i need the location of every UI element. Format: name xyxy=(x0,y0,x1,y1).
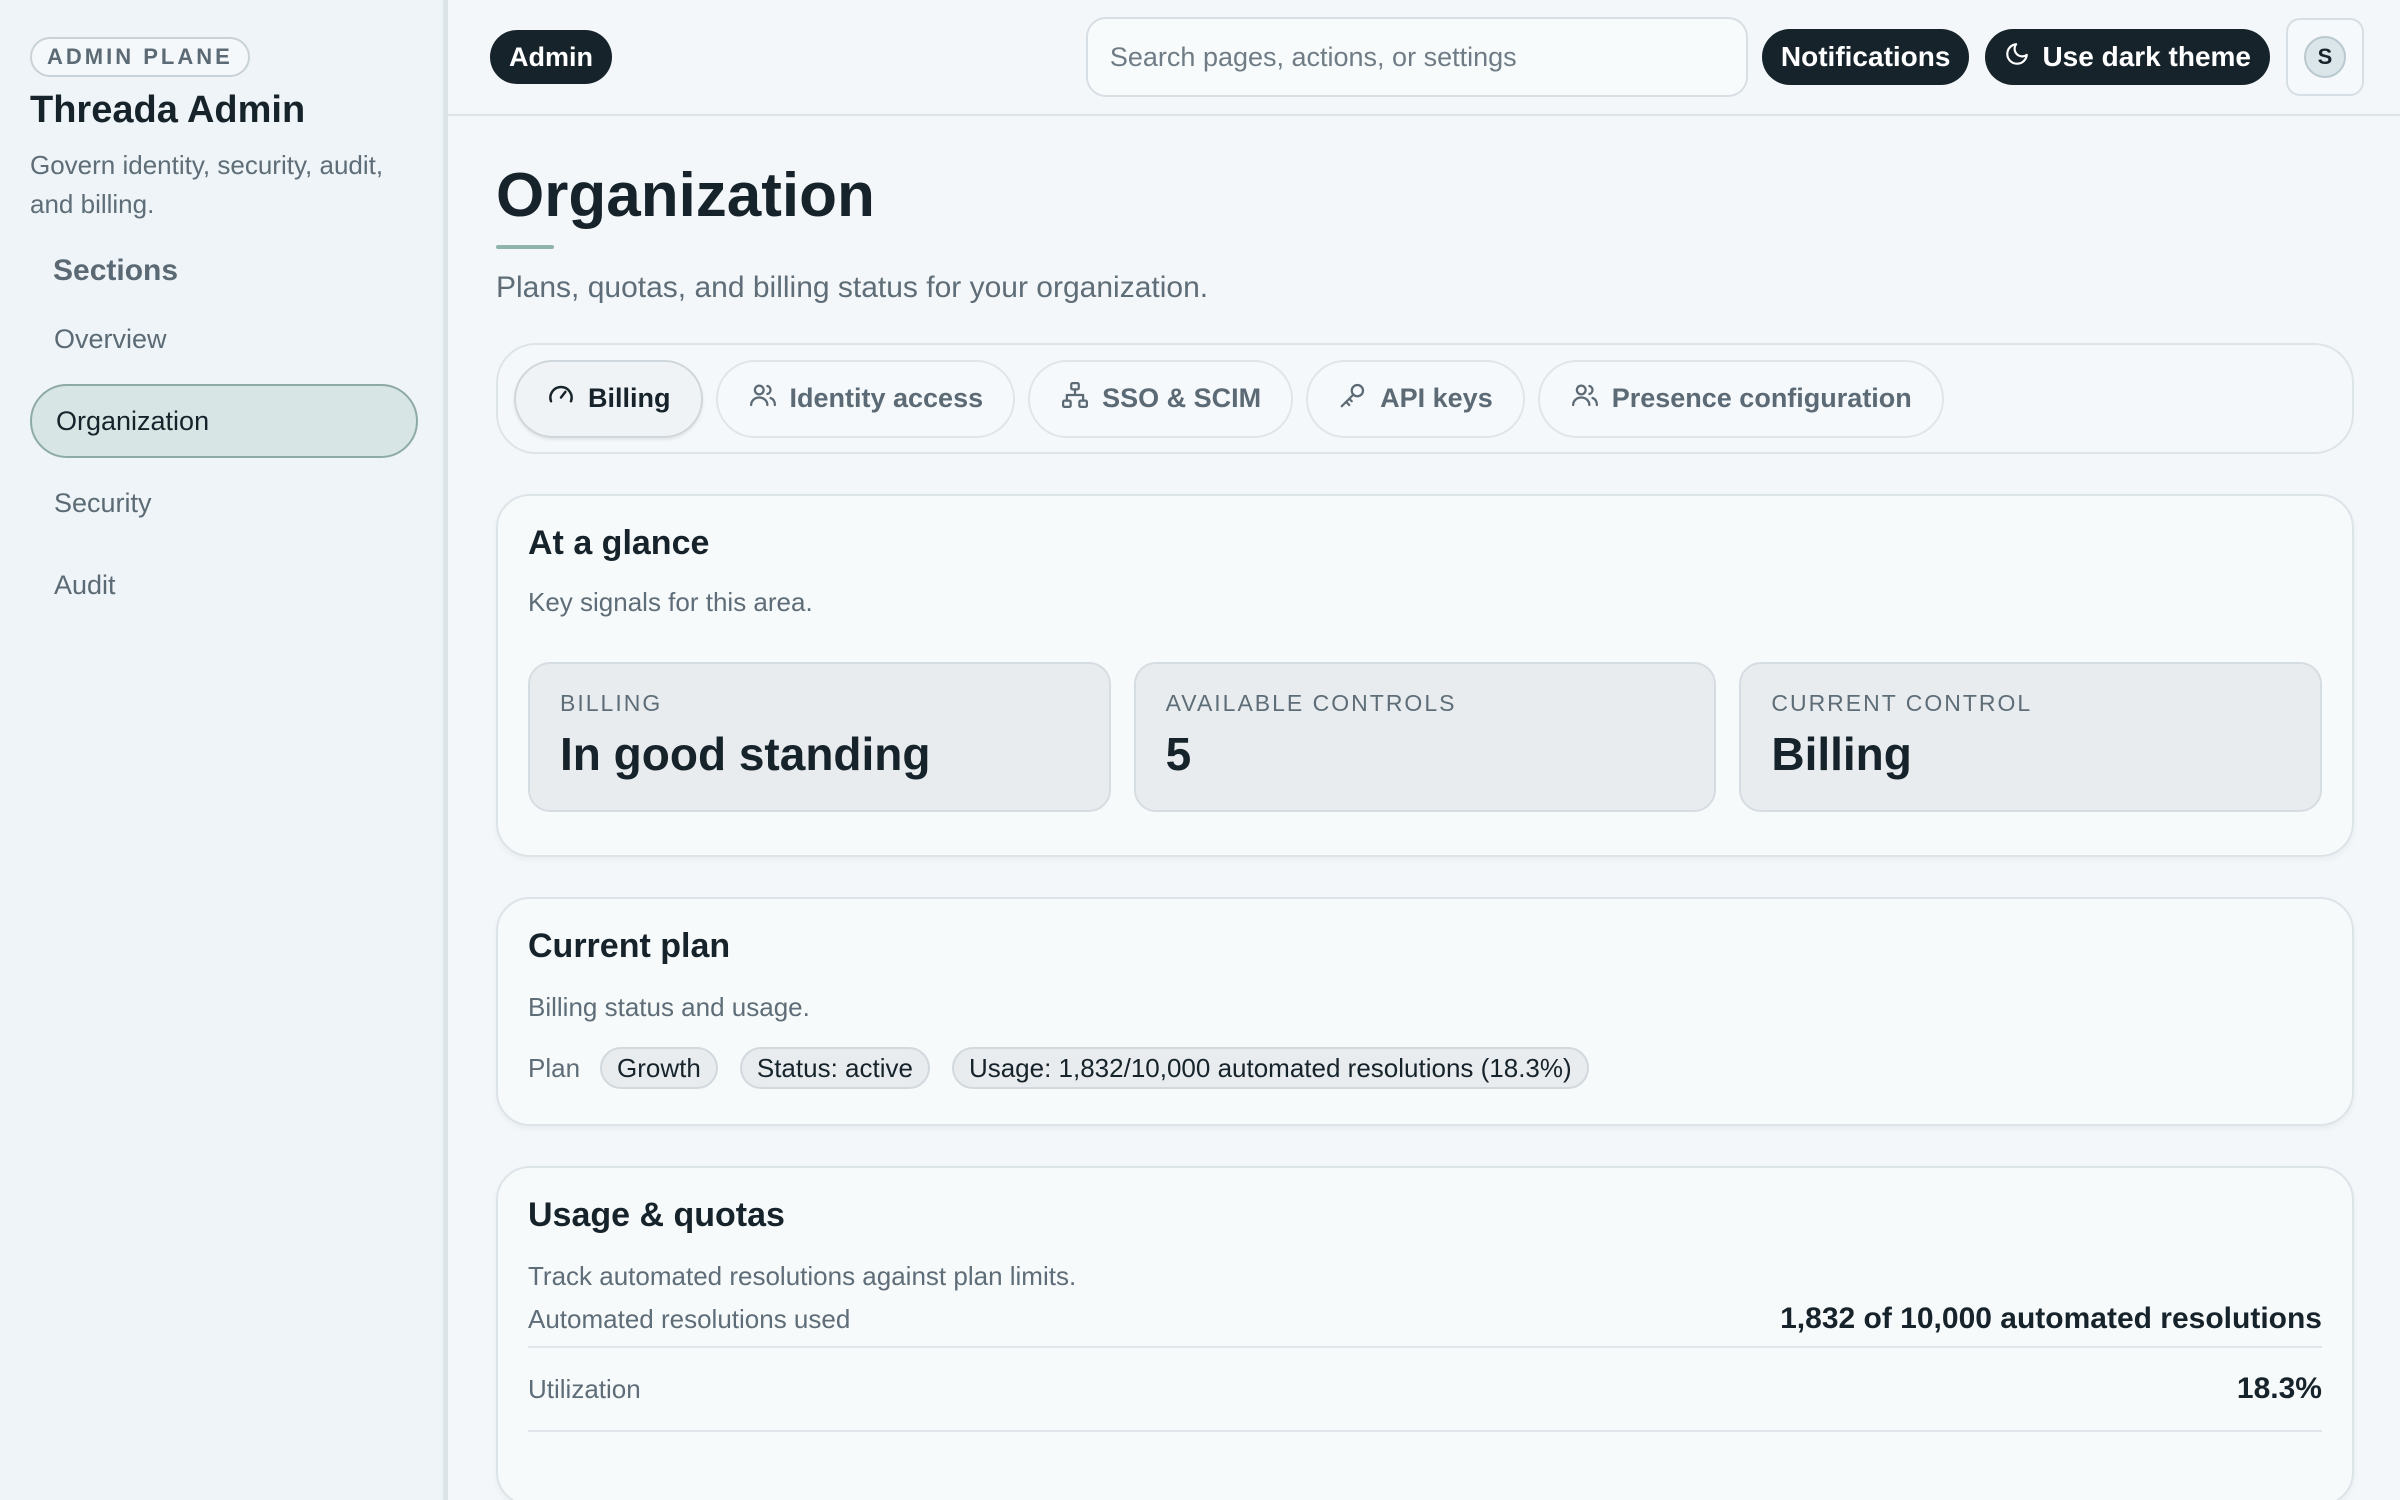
sidebar-item-security[interactable]: Security xyxy=(30,466,418,540)
title-underline xyxy=(496,245,554,249)
stat-label: AVAILABLE CONTROLS xyxy=(1165,690,1457,716)
status-chip: Status: active xyxy=(739,1047,930,1089)
usage-quotas-card: Usage & quotas Track automated resolutio… xyxy=(496,1166,2354,1500)
notifications-button[interactable]: Notifications xyxy=(1761,29,1970,85)
at-a-glance-card: At a glance Key signals for this area. B… xyxy=(496,494,2354,857)
usage-row-value: 18.3% xyxy=(2236,1372,2322,1405)
stat-billing: BILLING In good standing xyxy=(528,662,1111,812)
stat-value: In good standing xyxy=(560,728,931,780)
stat-current-control: CURRENT CONTROL Billing xyxy=(1739,662,2323,812)
stat-label: BILLING xyxy=(560,690,663,716)
dark-theme-button[interactable]: Use dark theme xyxy=(1985,29,2270,85)
tab-label: Billing xyxy=(588,383,671,413)
avatar: S xyxy=(2304,36,2346,78)
stat-available-controls: AVAILABLE CONTROLS 5 xyxy=(1133,662,1717,812)
tab-presence-configuration[interactable]: Presence configuration xyxy=(1537,359,1944,438)
tab-label: SSO & SCIM xyxy=(1102,383,1262,413)
tab-sso-scim[interactable]: SSO & SCIM xyxy=(1028,359,1294,438)
usage-row: Automated resolutions used 1,832 of 10,0… xyxy=(528,1292,2322,1348)
admin-plane-badge: ADMIN PLANE xyxy=(30,37,250,77)
sidebar: ADMIN PLANE Threada Admin Govern identit… xyxy=(0,0,448,1500)
search-input[interactable] xyxy=(1085,17,1748,97)
current-plan-card: Current plan Billing status and usage. P… xyxy=(496,897,2354,1126)
sidebar-nav: Overview Organization Security Audit xyxy=(30,302,418,622)
stat-label: CURRENT CONTROL xyxy=(1771,690,2033,716)
usage-row-label: Utilization xyxy=(528,1373,641,1404)
sidebar-item-label: Audit xyxy=(54,569,116,600)
key-icon xyxy=(1338,380,1368,417)
app-root: ADMIN PLANE Threada Admin Govern identit… xyxy=(0,0,2400,1500)
topbar: Admin Notifications Use dark theme S xyxy=(448,0,2400,116)
network-icon xyxy=(1060,380,1090,417)
moon-icon xyxy=(2004,41,2030,74)
page-title: Organization xyxy=(496,161,875,230)
usage-row: Utilization 18.3% xyxy=(528,1348,2322,1432)
tab-identity-access[interactable]: Identity access xyxy=(715,359,1016,438)
tab-billing[interactable]: Billing xyxy=(514,359,703,438)
tab-label: Identity access xyxy=(789,383,984,413)
sidebar-item-label: Security xyxy=(54,487,152,518)
sidebar-item-organization[interactable]: Organization xyxy=(30,384,418,458)
sections-label: Sections xyxy=(53,254,179,287)
tab-bar: Billing Identity access SSO & SCIM API k… xyxy=(496,343,2354,454)
tab-label: Presence configuration xyxy=(1611,383,1912,413)
users-icon xyxy=(748,380,778,417)
card-title: At a glance xyxy=(528,524,710,562)
card-description: Key signals for this area. xyxy=(528,587,813,617)
usage-row-value: 1,832 of 10,000 automated resolutions xyxy=(1780,1302,2322,1335)
card-description: Track automated resolutions against plan… xyxy=(528,1261,1077,1291)
card-title: Usage & quotas xyxy=(528,1196,785,1234)
sidebar-item-audit[interactable]: Audit xyxy=(30,548,418,622)
page-content: Organization Plans, quotas, and billing … xyxy=(448,160,2400,1500)
users-icon xyxy=(1570,380,1600,417)
stat-value: 5 xyxy=(1165,728,1192,780)
usage-row-label: Automated resolutions used xyxy=(528,1303,851,1334)
plan-name-chip: Growth xyxy=(600,1047,718,1089)
role-badge[interactable]: Admin xyxy=(490,30,612,84)
user-menu-button[interactable]: S xyxy=(2286,18,2364,96)
tab-api-keys[interactable]: API keys xyxy=(1306,359,1525,438)
gauge-icon xyxy=(546,380,576,417)
brand-description: Govern identity, security, audit, and bi… xyxy=(30,150,384,219)
plan-chips: Plan Growth Status: active Usage: 1,832/… xyxy=(528,1047,2322,1089)
usage-chip: Usage: 1,832/10,000 automated resolution… xyxy=(951,1047,1589,1089)
plan-label: Plan xyxy=(528,1052,581,1083)
main-area: Admin Notifications Use dark theme S Org… xyxy=(448,0,2400,1500)
brand-title: Threada Admin xyxy=(30,89,306,131)
card-description: Billing status and usage. xyxy=(528,992,810,1022)
page-subtitle: Plans, quotas, and billing status for yo… xyxy=(496,271,1209,304)
stats-row: BILLING In good standing AVAILABLE CONTR… xyxy=(528,662,2323,812)
stat-value: Billing xyxy=(1771,728,1912,780)
sidebar-item-label: Overview xyxy=(54,323,167,354)
sidebar-item-label: Organization xyxy=(56,405,210,436)
tab-label: API keys xyxy=(1380,383,1493,413)
dark-theme-label: Use dark theme xyxy=(2042,41,2251,72)
card-title: Current plan xyxy=(528,927,731,965)
sidebar-item-overview[interactable]: Overview xyxy=(30,302,418,376)
